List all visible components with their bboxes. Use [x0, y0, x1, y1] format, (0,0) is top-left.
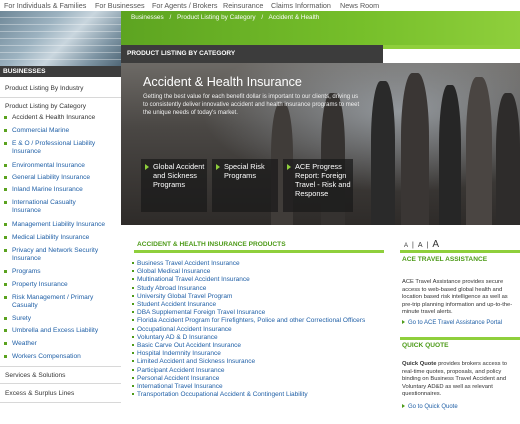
sidebar-sub-privacy-network-security[interactable]: Privacy and Network Security Insurance [4, 247, 112, 263]
product-link[interactable]: Participant Accident Insurance [132, 367, 224, 374]
travel-assistance-heading: ACE TRAVEL ASSISTANCE [402, 256, 488, 263]
nav-news-room[interactable]: News Room [340, 1, 379, 10]
hero-title: Accident & Health Insurance [143, 75, 302, 89]
product-link[interactable]: Voluntary AD & D Insurance [132, 334, 218, 341]
font-size-medium-button[interactable]: A [418, 242, 423, 249]
nav-individuals-families[interactable]: For Individuals & Families [4, 1, 86, 10]
nav-reinsurance[interactable]: Reinsurance [223, 1, 263, 10]
sidebar-sub-international-casualty[interactable]: International Casualty Insurance [4, 199, 102, 215]
sidebar-item-excess-surplus[interactable]: Excess & Surplus Lines [5, 390, 74, 397]
sidebar-header-label: BUSINESSES [3, 68, 46, 75]
sidebar-sub-inland-marine[interactable]: Inland Marine Insurance [4, 186, 83, 194]
sidebar-header: BUSINESSES [0, 66, 121, 77]
building-image [0, 11, 121, 66]
nav-claims-information[interactable]: Claims Information [271, 1, 331, 10]
sidebar-sub-property[interactable]: Property Insurance [4, 281, 68, 289]
breadcrumb-separator: / [261, 14, 264, 21]
travel-assistance-link[interactable]: Go to ACE Travel Assistance Portal [402, 320, 502, 326]
product-link[interactable]: Limited Accident and Sickness Insurance [132, 358, 255, 365]
product-link[interactable]: Transportation Occupational Accident & C… [132, 391, 308, 398]
breadcrumb-product-listing[interactable]: Product Listing by Category [177, 14, 256, 21]
sidebar-sub-workers-compensation[interactable]: Workers Compensation [4, 353, 81, 361]
sidebar-item-services-solutions[interactable]: Services & Solutions [5, 372, 65, 379]
sidebar-item-product-listing-industry[interactable]: Product Listing By Industry [5, 85, 83, 92]
quick-quote-link[interactable]: Go to Quick Quote [402, 404, 458, 410]
sidebar-sub-umbrella-excess[interactable]: Umbrella and Excess Liability [4, 327, 98, 335]
nav-businesses[interactable]: For Businesses [95, 1, 145, 10]
sidebar-sub-medical-liability[interactable]: Medical Liability Insurance [4, 234, 89, 242]
product-link[interactable]: University Global Travel Program [132, 293, 232, 300]
products-heading: ACCIDENT & HEALTH INSURANCE PRODUCTS [137, 241, 286, 248]
hero-banner: Accident & Health Insurance Getting the … [121, 63, 520, 225]
sidebar-item-product-listing-category[interactable]: Product Listing by Category [5, 103, 86, 110]
product-link[interactable]: Florida Accident Program for Firefighter… [132, 317, 365, 324]
hero-description: Getting the best value for each benefit … [143, 94, 360, 116]
section-title: PRODUCT LISTING BY CATEGORY [127, 50, 236, 57]
breadcrumb-accident-health: Accident & Health [268, 14, 320, 21]
sidebar-sub-commercial-marine[interactable]: Commercial Marine [4, 127, 69, 135]
product-link[interactable]: Personal Accident Insurance [132, 375, 219, 382]
products-divider [134, 250, 384, 253]
product-link[interactable]: DBA Supplemental Foreign Travel Insuranc… [132, 309, 265, 316]
sidebar-sub-environmental[interactable]: Environmental Insurance [4, 162, 85, 170]
product-link[interactable]: International Travel Insurance [132, 383, 223, 390]
product-link[interactable]: Student Accident Insurance [132, 301, 216, 308]
sidebar-sub-management-liability[interactable]: Management Liability Insurance [4, 221, 105, 229]
sidebar-sub-eo-professional-liability[interactable]: E & O / Professional Liability Insurance [4, 140, 117, 156]
quick-quote-heading: QUICK QUOTE [402, 342, 449, 349]
sidebar-sub-surety[interactable]: Surety [4, 315, 31, 323]
font-size-controls: A | A | A [404, 239, 440, 250]
sidebar-sub-weather[interactable]: Weather [4, 340, 37, 348]
sidebar-sub-programs[interactable]: Programs [4, 268, 41, 276]
font-size-small-button[interactable]: A [404, 243, 408, 249]
hero-box-ace-progress-report[interactable]: ACE Progress Report: Foreign Travel - Ri… [283, 159, 353, 212]
product-link[interactable]: Global Medical Insurance [132, 268, 210, 275]
font-size-large-button[interactable]: A [432, 239, 439, 250]
breadcrumb-businesses[interactable]: Businesses [131, 14, 164, 21]
product-link[interactable]: Occupational Accident Insurance [132, 326, 232, 333]
product-link[interactable]: Basic Carve Out Accident Insurance [132, 342, 241, 349]
travel-assistance-body: ACE Travel Assistance provides secure ac… [402, 279, 513, 315]
quick-quote-body: Quick Quote provides brokers access to r… [402, 361, 508, 397]
section-title-bar: PRODUCT LISTING BY CATEGORY [121, 45, 383, 63]
product-link[interactable]: Business Travel Accident Insurance [132, 260, 240, 267]
sidebar-sub-risk-management[interactable]: Risk Management / Primary Casualty [4, 294, 107, 310]
sidebar-sub-accident-health[interactable]: Accident & Health Insurance [4, 114, 95, 122]
breadcrumb: Businesses / Product Listing by Category… [131, 14, 323, 21]
quote-divider [400, 337, 520, 340]
product-link[interactable]: Hospital Indemnity Insurance [132, 350, 221, 357]
hero-box-global-accident[interactable]: Global Accident and Sickness Programs [141, 159, 207, 212]
nav-agents-brokers[interactable]: For Agents / Brokers [152, 1, 218, 10]
top-navigation: For Individuals & Families For Businesse… [0, 0, 520, 11]
section-title-bar-tail [383, 45, 520, 63]
product-link[interactable]: Study Abroad Insurance [132, 285, 206, 292]
sidebar-sub-general-liability[interactable]: General Liability Insurance [4, 174, 90, 182]
product-link[interactable]: Multinational Travel Accident Insurance [132, 276, 250, 283]
breadcrumb-separator: / [169, 14, 172, 21]
hero-box-special-risk[interactable]: Special Risk Programs [212, 159, 278, 212]
travel-divider [400, 250, 520, 253]
